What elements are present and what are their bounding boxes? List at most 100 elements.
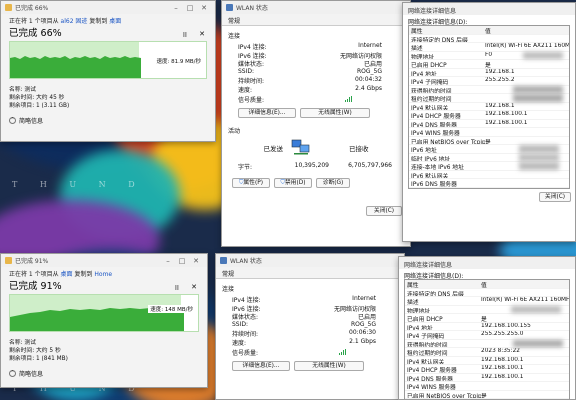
wlan-status-window-2: WLAN 状态 常规 连接 IPv4 连接: Internet IPv6 连接: 无… xyxy=(215,253,405,400)
minimize-icon[interactable]: – xyxy=(169,4,183,12)
time-remaining: 剩余时间: 大约 5 秒 xyxy=(9,348,61,354)
diagnose-button[interactable]: 诊断(G) xyxy=(316,178,350,188)
pause-button[interactable]: II xyxy=(183,31,187,39)
table-row[interactable]: IPv4 默认网关 192.168.100.1 xyxy=(405,357,569,365)
table-row[interactable]: IPv4 WINS 服务器 xyxy=(405,382,569,391)
tab-general[interactable]: 常规 xyxy=(222,14,410,26)
properties-button[interactable]: ⛉属性(P) xyxy=(232,178,270,188)
column-property[interactable]: 属性 xyxy=(409,26,485,34)
connection-group-title: 连接 xyxy=(228,33,241,40)
table-row[interactable]: IPv4 地址 192.168.1 xyxy=(409,69,569,77)
redacted-block xyxy=(513,339,563,347)
table-row[interactable]: 已启用 NetBIOS over Tcpip 是 xyxy=(405,391,569,399)
wireless-properties-button[interactable]: 无线属性(W) xyxy=(294,360,364,371)
speed-label: 速度: xyxy=(232,339,247,347)
destination-link[interactable]: 桌面 xyxy=(109,18,121,25)
redacted-block xyxy=(523,51,563,59)
table-row[interactable]: IPv6 DNS 服务器 xyxy=(409,179,569,188)
titlebar: 已完成 91% – □ ✕ xyxy=(1,254,207,267)
ipv4-conn-value: Internet xyxy=(358,42,382,49)
table-row[interactable]: IPv4 默认网关 192.168.1 xyxy=(409,103,569,111)
activity-group-title: 活动 xyxy=(228,127,241,135)
column-property[interactable]: 属性 xyxy=(405,280,481,288)
table-row[interactable]: IPv4 子网掩码 255.255.2 xyxy=(409,77,569,86)
wireless-properties-button[interactable]: 无线属性(W) xyxy=(300,107,370,118)
duration-label: 持续时间: xyxy=(238,78,265,85)
maximize-icon[interactable]: □ xyxy=(175,257,189,265)
table-row[interactable]: 描述 Intel(R) Wi-Fi 6E AX211 160MHz xyxy=(405,297,569,306)
redacted-block xyxy=(519,145,559,153)
table-row[interactable]: IPv6 默认网关 xyxy=(409,171,569,179)
duration-value: 00:04:32 xyxy=(355,76,382,83)
table-row[interactable]: 描述 Intel(R) Wi-Fi 6E AX211 160MHz xyxy=(409,43,569,52)
less-details-button[interactable]: ⌃ 简略信息 xyxy=(9,369,199,378)
bytes-received-value: 6,705,797,966 xyxy=(348,161,392,169)
table-row[interactable]: 获得租约的时间 xyxy=(405,339,569,348)
table-header: 属性 值 xyxy=(405,280,569,289)
minimize-icon[interactable]: – xyxy=(161,257,175,265)
close-button[interactable]: 关闭(C) xyxy=(539,191,571,202)
ipv6-conn-value: 无网络访问权限 xyxy=(333,305,376,313)
table-row[interactable]: 已启用 DHCP 是 xyxy=(405,314,569,323)
table-row[interactable]: 租约过期的时间 xyxy=(409,94,569,103)
close-icon[interactable]: ✕ xyxy=(197,4,211,12)
copy-source-line: 正在将 1 个项目从 桌面 复制到 Home xyxy=(9,271,113,278)
duration-value: 00:06:30 xyxy=(349,329,376,336)
details-button[interactable]: 详细信息(E)... xyxy=(232,360,290,371)
duration-label: 持续时间: xyxy=(232,331,259,338)
cancel-icon[interactable]: ✕ xyxy=(191,283,197,291)
table-row[interactable]: 物理地址 xyxy=(405,305,569,314)
table-row[interactable]: 已启用 NetBIOS over Tcpip 是 xyxy=(409,137,569,145)
time-remaining: 剩余时间: 大约 45 秒 xyxy=(9,95,65,101)
details-table: 属性 值 连接特定的 DNS 后缀 描述 Intel(R) Wi-Fi 6E AX… xyxy=(408,25,570,189)
table-row[interactable]: IPv4 DNS 服务器 192.168.100.1 xyxy=(405,374,569,382)
table-row[interactable]: 物理地址 F0 xyxy=(409,51,569,60)
file-name: 名称: 测试 xyxy=(9,87,36,93)
maximize-icon[interactable]: □ xyxy=(183,4,197,12)
table-row[interactable]: IPv4 子网掩码 255.255.255.0 xyxy=(405,331,569,340)
table-row[interactable]: 连接-本地 IPv6 地址 xyxy=(409,162,569,171)
signal-bars-icon xyxy=(284,95,404,104)
table-row[interactable]: 已启用 DHCP 是 xyxy=(409,60,569,69)
window-title: 已完成 66% xyxy=(15,5,49,12)
tab-general[interactable]: 常规 xyxy=(216,267,404,279)
table-row[interactable]: IPv6 地址 xyxy=(409,145,569,154)
table-row[interactable]: IPv4 DNS 服务器 192.168.100.1 xyxy=(409,120,569,128)
redacted-block xyxy=(513,85,563,93)
table-row[interactable]: 连接特定的 DNS 后缀 xyxy=(405,289,569,297)
network-computers-icon xyxy=(291,138,311,158)
source-link[interactable]: 桌面 xyxy=(61,271,73,278)
table-row[interactable]: 连接特定的 DNS 后缀 xyxy=(409,35,569,43)
table-row[interactable]: 临时 IPv6 地址 xyxy=(409,153,569,162)
disable-button[interactable]: ⛉禁用(D) xyxy=(274,178,312,188)
network-icon xyxy=(226,4,233,11)
media-state-label: 媒体状态: xyxy=(232,314,259,321)
less-details-button[interactable]: ⌃ 简略信息 xyxy=(9,116,207,125)
table-row[interactable]: IPv4 DHCP 服务器 192.168.100.1 xyxy=(409,111,569,120)
pause-button[interactable]: II xyxy=(175,284,179,292)
window-title: 已完成 91% xyxy=(15,258,49,265)
ssid-value: ROG_5G xyxy=(350,320,376,328)
ipv6-conn-label: IPv6 连接: xyxy=(232,305,261,313)
ipv4-conn-value: Internet xyxy=(352,295,376,302)
table-row[interactable]: IPv4 DHCP 服务器 192.168.100.1 xyxy=(405,365,569,374)
cancel-icon[interactable]: ✕ xyxy=(199,30,205,38)
titlebar: WLAN 状态 xyxy=(216,254,404,267)
table-row[interactable]: 租约过期的时间 2023 8:35:22 xyxy=(405,348,569,357)
table-row[interactable]: IPv4 WINS 服务器 xyxy=(409,128,569,137)
close-button[interactable]: 关闭(C) xyxy=(366,206,402,216)
destination-link[interactable]: Home xyxy=(94,271,112,278)
column-value[interactable]: 值 xyxy=(481,280,569,288)
ssid-label: SSID: xyxy=(232,320,249,328)
close-icon[interactable]: ✕ xyxy=(189,257,203,265)
source-link[interactable]: al62 固迹 xyxy=(61,18,88,25)
details-button[interactable]: 详细信息(E)... xyxy=(238,107,296,118)
table-header: 属性 值 xyxy=(409,26,569,35)
table-row[interactable]: 获得租约的时间 xyxy=(409,85,569,94)
table-row[interactable]: IPv4 地址 192.168.100.155 xyxy=(405,323,569,331)
redacted-block xyxy=(513,94,563,102)
media-state-label: 媒体状态: xyxy=(238,61,265,68)
copy-folder-icon xyxy=(5,4,12,11)
column-value[interactable]: 值 xyxy=(485,26,569,34)
wlan-status-window-1: WLAN 状态 常规 连接 IPv4 连接: Internet IPv6 连接: 无… xyxy=(221,0,411,247)
